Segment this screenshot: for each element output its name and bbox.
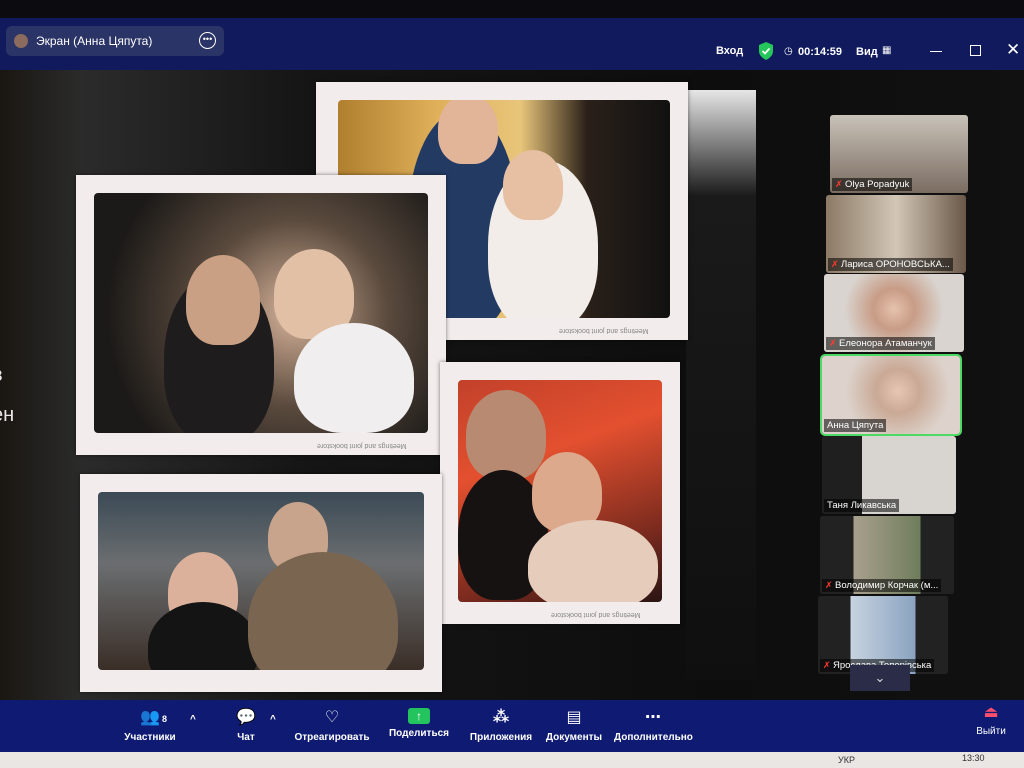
slide-photo-3: Meetings and joint bookstore xyxy=(440,362,680,624)
more-button[interactable]: ⋯ Дополнительно xyxy=(614,708,693,743)
participant-tile[interactable]: ✗ Елеонора Атаманчук xyxy=(824,274,964,352)
keyboard-language[interactable]: УКР xyxy=(838,755,855,765)
muted-mic-icon: ✗ xyxy=(835,179,843,189)
participants-options-caret[interactable]: ^ xyxy=(190,714,196,725)
react-button[interactable]: ♡ Отреагировать xyxy=(292,708,372,743)
grid-view-icon[interactable]: ▦ xyxy=(882,45,891,56)
presenter-avatar xyxy=(14,34,28,48)
meeting-toolbar: 👥 8 Участники ^ 💬 Чат ^ ♡ Отреагировать … xyxy=(0,700,1024,752)
participant-tile[interactable]: ✗ Olya Popadyuk xyxy=(830,115,968,193)
meeting-timer: 00:14:59 xyxy=(798,46,843,58)
maximize-button[interactable] xyxy=(970,45,981,56)
participants-button[interactable]: 👥 8 Участники xyxy=(120,708,180,743)
share-screen-icon: ↑ xyxy=(408,708,430,724)
heart-icon: ♡ xyxy=(324,709,340,726)
participants-count: 8 xyxy=(162,714,168,724)
photo-caption: Meetings and joint bookstore xyxy=(558,327,649,334)
participants-icon: 👥 xyxy=(140,709,160,726)
slide-photo-1: Meetings and joint bookstore xyxy=(76,175,446,455)
participant-tile[interactable]: ✗ Лариса ОРОНОВСЬКА... xyxy=(826,195,966,273)
shield-security-icon[interactable] xyxy=(758,42,774,60)
muted-mic-icon: ✗ xyxy=(823,660,831,670)
close-window-button[interactable]: ✕ xyxy=(1006,40,1020,60)
more-icon: ⋯ xyxy=(645,709,661,726)
enter-button[interactable]: Вход xyxy=(716,45,743,57)
share-screen-button[interactable]: ↑ Поделиться xyxy=(386,708,452,739)
clock-icon: ◷ xyxy=(784,46,793,57)
slide-decoration xyxy=(686,90,756,680)
muted-mic-icon: ✗ xyxy=(825,580,833,590)
apps-button[interactable]: ⁂ Приложения xyxy=(466,708,536,743)
slide-side-text: в ен xyxy=(0,364,15,426)
slide-photo-4 xyxy=(80,474,442,692)
screen-share-label: Экран (Анна Цяпута) xyxy=(36,34,153,48)
participant-tile-active-speaker[interactable]: Анна Цяпута xyxy=(820,354,962,436)
scroll-participants-down-button[interactable]: ⌄ xyxy=(850,665,910,691)
documents-button[interactable]: ▤ Документы xyxy=(544,708,604,743)
participant-tile[interactable]: ✗ Володимир Корчак (м... xyxy=(820,516,954,594)
document-icon: ▤ xyxy=(566,709,582,726)
screen-share-indicator[interactable]: Экран (Анна Цяпута) ••• xyxy=(6,26,224,56)
apps-icon: ⁂ xyxy=(492,709,510,726)
chat-icon: 💬 xyxy=(236,709,256,726)
chat-button[interactable]: 💬 Чат xyxy=(226,708,266,743)
exit-icon: ⏏ xyxy=(983,704,999,721)
system-clock[interactable]: 13:30 xyxy=(962,753,985,763)
meeting-top-bar: Экран (Анна Цяпута) ••• Вход ◷ 00:14:59 … xyxy=(0,18,1024,70)
leave-meeting-button[interactable]: ⏏ Выйти xyxy=(966,700,1016,752)
participant-tile[interactable]: Таня Ликавська xyxy=(822,436,956,514)
view-button[interactable]: Вид xyxy=(856,46,878,58)
muted-mic-icon: ✗ xyxy=(831,259,839,269)
chat-options-caret[interactable]: ^ xyxy=(270,714,276,725)
participant-tile[interactable]: ✗Ярослава Топорівська xyxy=(818,596,948,674)
os-taskbar: УКР 13:30 xyxy=(0,752,1024,768)
more-options-icon[interactable]: ••• xyxy=(199,32,216,49)
muted-mic-icon: ✗ xyxy=(829,338,837,348)
minimize-button[interactable] xyxy=(930,51,942,52)
